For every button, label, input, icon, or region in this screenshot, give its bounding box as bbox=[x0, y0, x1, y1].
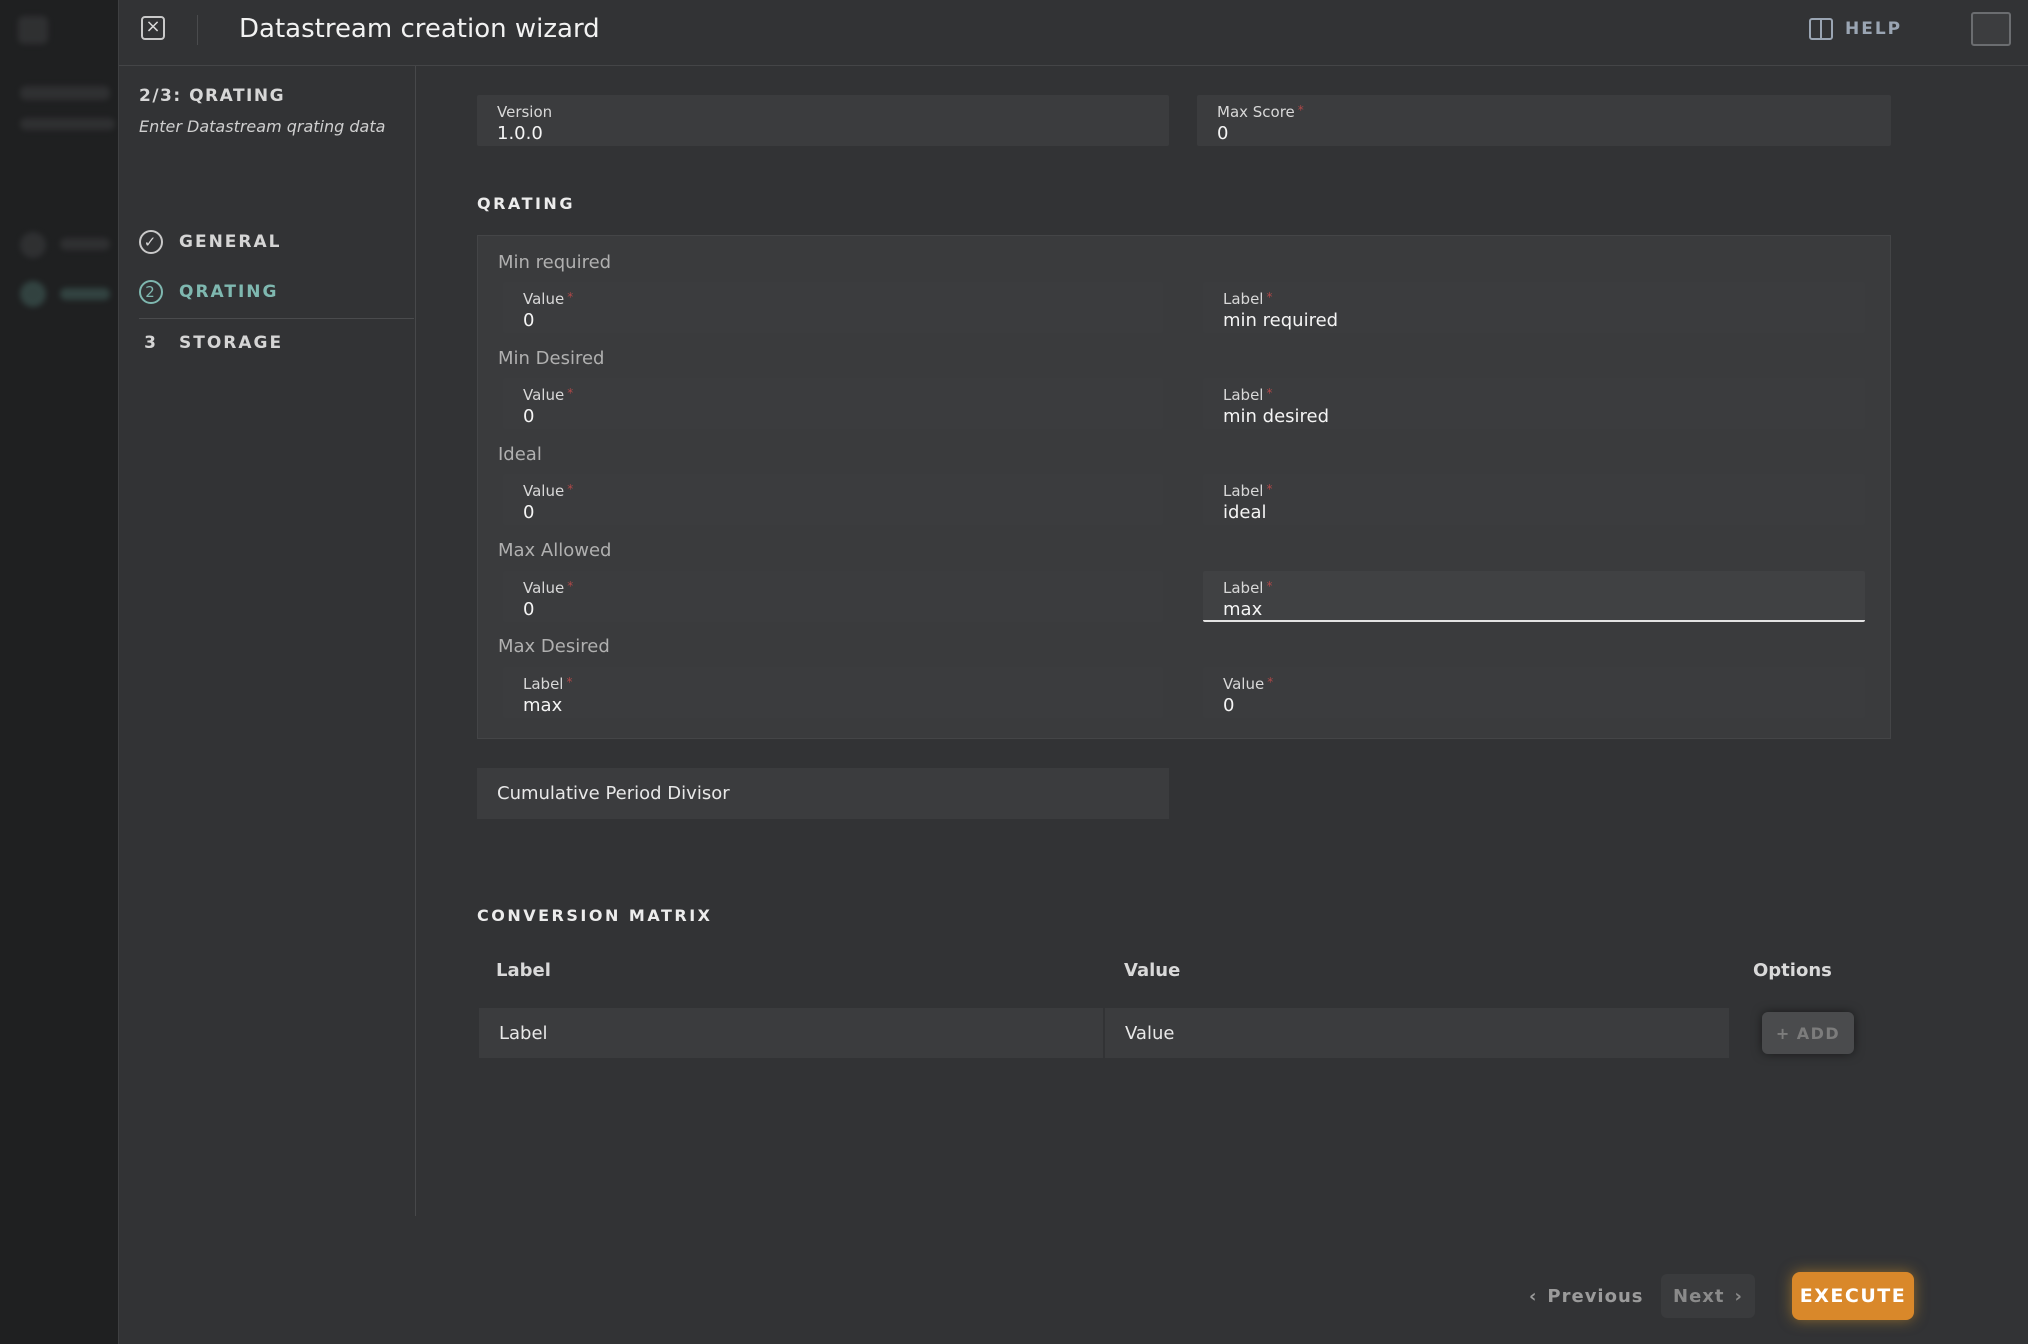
previous-label: Previous bbox=[1547, 1285, 1644, 1307]
background-page bbox=[0, 0, 118, 1344]
qrating-section-title: QRATING bbox=[477, 194, 575, 213]
min-desired-value-field[interactable]: Value * 0 bbox=[503, 378, 1163, 429]
max-desired-label-field[interactable]: Label * max bbox=[503, 667, 1163, 718]
check-circle-icon: ✓ bbox=[139, 230, 163, 254]
help-label: HELP bbox=[1845, 19, 1903, 39]
group-label-max-allowed: Max Allowed bbox=[498, 540, 612, 561]
ideal-label-field[interactable]: Label * ideal bbox=[1203, 474, 1865, 525]
book-icon bbox=[1809, 18, 1833, 40]
wizard-dialog: × Datastream creation wizard HELP 2/3: Q… bbox=[118, 0, 2028, 1344]
step-general[interactable]: ✓ GENERAL bbox=[139, 222, 414, 262]
group-label-ideal: Ideal bbox=[498, 444, 542, 465]
step-qrating[interactable]: 2 QRATING bbox=[139, 272, 414, 312]
plus-icon: + bbox=[1775, 1023, 1791, 1043]
step-label: QRATING bbox=[179, 282, 279, 302]
min-required-value-field[interactable]: Value * 0 bbox=[503, 282, 1163, 333]
ideal-value-field[interactable]: Value * 0 bbox=[503, 474, 1163, 525]
step-label: GENERAL bbox=[179, 232, 282, 252]
version-field[interactable]: Version 1.0.0 bbox=[477, 95, 1169, 146]
step-number-icon: 2 bbox=[139, 280, 163, 304]
dialog-header: × Datastream creation wizard HELP bbox=[119, 0, 2028, 66]
step-storage[interactable]: 3 STORAGE bbox=[139, 318, 414, 363]
max-score-label: Max Score * bbox=[1217, 103, 1304, 121]
group-label-min-desired: Min Desired bbox=[498, 348, 605, 369]
min-desired-label-field[interactable]: Label * min desired bbox=[1203, 378, 1865, 429]
previous-button[interactable]: ‹ Previous bbox=[1529, 1274, 1644, 1318]
execute-button[interactable]: EXECUTE bbox=[1792, 1272, 1914, 1320]
version-value: 1.0.0 bbox=[497, 123, 543, 144]
wizard-steps-sidebar: 2/3: QRATING Enter Datastream qrating da… bbox=[119, 66, 416, 1216]
dialog-title: Datastream creation wizard bbox=[239, 14, 600, 44]
step-number-icon: 3 bbox=[144, 333, 158, 353]
max-allowed-value-field[interactable]: Value * 0 bbox=[503, 571, 1163, 622]
next-button[interactable]: Next › bbox=[1661, 1274, 1755, 1318]
column-header-value: Value bbox=[1124, 960, 1181, 981]
help-button[interactable]: HELP bbox=[1809, 18, 1902, 40]
step-count: 2/3: QRATING bbox=[139, 86, 286, 106]
version-label: Version bbox=[497, 103, 553, 121]
column-header-options: Options bbox=[1753, 960, 1832, 981]
step-description: Enter Datastream qrating data bbox=[139, 117, 386, 136]
matrix-value-input[interactable]: Value bbox=[1105, 1008, 1729, 1058]
header-divider bbox=[197, 15, 198, 45]
max-allowed-label-field[interactable]: Label * max bbox=[1203, 571, 1865, 622]
window-icon[interactable] bbox=[1971, 12, 2011, 46]
conversion-matrix-title: CONVERSION MATRIX bbox=[477, 906, 713, 925]
chevron-right-icon: › bbox=[1734, 1285, 1743, 1307]
column-header-label: Label bbox=[496, 960, 551, 981]
max-desired-value-field[interactable]: Value * 0 bbox=[1203, 667, 1865, 718]
close-button[interactable]: × bbox=[141, 16, 165, 40]
group-label-max-desired: Max Desired bbox=[498, 636, 610, 657]
max-score-value: 0 bbox=[1217, 123, 1229, 144]
next-label: Next bbox=[1673, 1285, 1725, 1307]
close-icon: × bbox=[145, 16, 161, 37]
matrix-label-input[interactable]: Label bbox=[479, 1008, 1103, 1058]
step-label: STORAGE bbox=[179, 333, 284, 353]
max-score-field[interactable]: Max Score * 0 bbox=[1197, 95, 1891, 146]
cumulative-period-divisor-input[interactable]: Cumulative Period Divisor bbox=[477, 768, 1169, 819]
add-row-button[interactable]: + ADD bbox=[1762, 1012, 1854, 1054]
add-label: ADD bbox=[1796, 1023, 1841, 1043]
min-required-label-field[interactable]: Label * min required bbox=[1203, 282, 1865, 333]
group-label-min-required: Min required bbox=[498, 252, 612, 273]
chevron-left-icon: ‹ bbox=[1529, 1285, 1538, 1307]
